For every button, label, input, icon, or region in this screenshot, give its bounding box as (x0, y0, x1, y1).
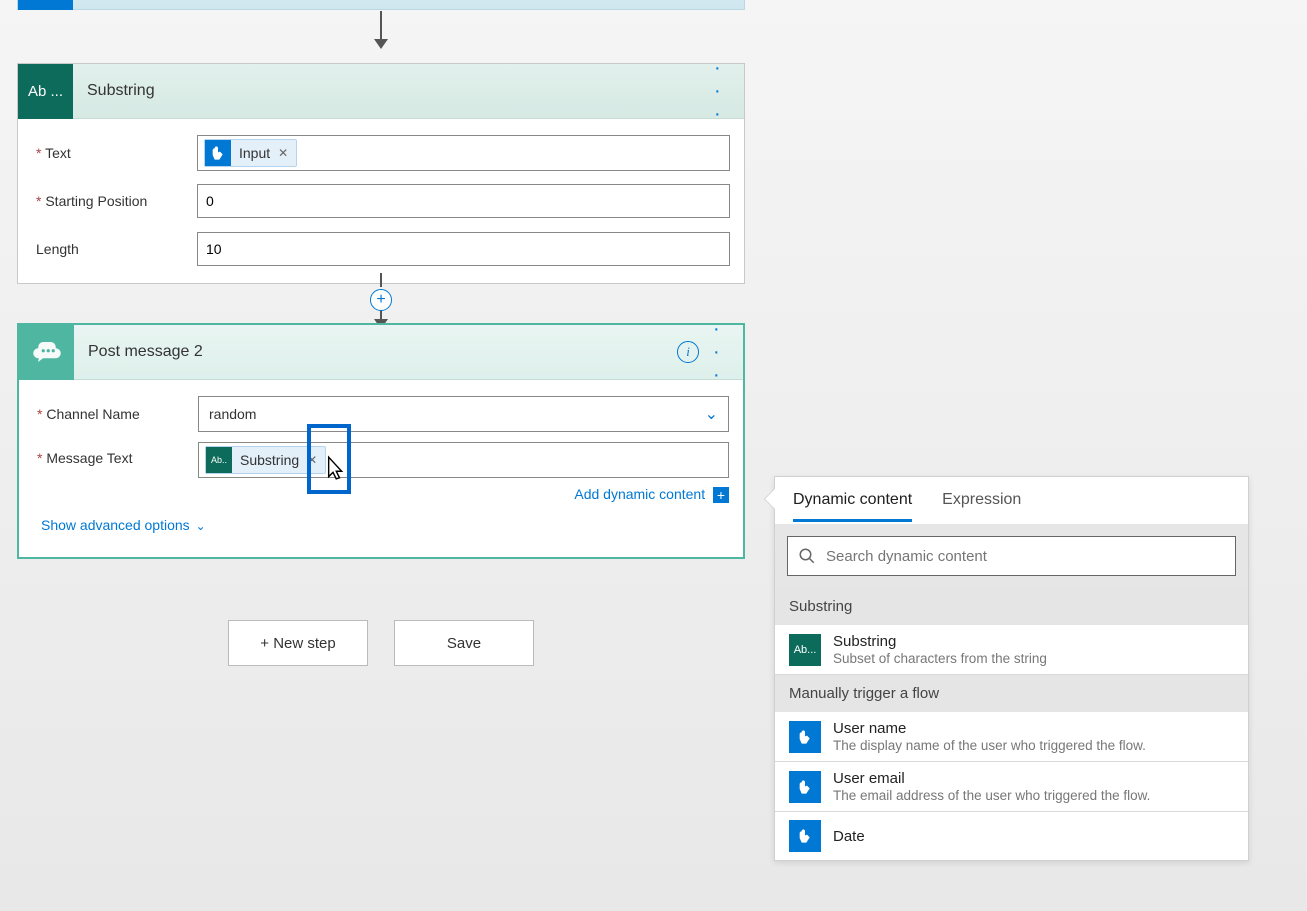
chevron-down-icon: ⌄ (705, 404, 718, 424)
channel-name-select[interactable]: random ⌄ (198, 396, 729, 432)
trigger-icon (18, 0, 73, 10)
tab-expression[interactable]: Expression (942, 491, 1021, 522)
tap-icon (789, 771, 821, 803)
text-field-input[interactable]: Input ✕ (197, 135, 730, 171)
tab-dynamic-content[interactable]: Dynamic content (793, 491, 912, 522)
tap-icon (789, 721, 821, 753)
substring-card-header[interactable]: Ab ... Substring · · · (18, 64, 744, 119)
slack-action-icon (19, 325, 74, 380)
dynamic-content-panel: Dynamic content Expression Substring Ab.… (774, 476, 1249, 861)
designer-footer-buttons: + New step Save (17, 620, 745, 666)
dc-item-user-email[interactable]: User email The email address of the user… (775, 762, 1248, 812)
add-step-inline-button[interactable]: + (370, 289, 392, 311)
substring-token-remove[interactable]: ✕ (305, 453, 319, 467)
chevron-down-icon: ⌄ (196, 519, 206, 533)
substring-token-label: Substring (232, 452, 305, 468)
search-icon (798, 547, 816, 565)
add-dynamic-content-link[interactable]: Add dynamic content (574, 486, 705, 502)
show-advanced-options-link[interactable]: Show advanced options⌄ (33, 503, 729, 539)
substring-card-title: Substring (73, 82, 714, 100)
info-icon[interactable]: i (677, 341, 699, 363)
post-message-action-card: Post message 2 i · · · Channel Name rand… (17, 323, 745, 559)
trigger-card-collapsed[interactable] (17, 0, 745, 10)
length-input[interactable] (197, 232, 730, 266)
text-field-label: Text (32, 145, 197, 161)
tap-icon (789, 820, 821, 852)
dynamic-content-list[interactable]: Substring Ab... Substring Subset of char… (775, 588, 1248, 860)
new-step-button[interactable]: + New step (228, 620, 368, 666)
message-text-label: Message Text (33, 442, 198, 466)
dc-item-date[interactable]: Date (775, 812, 1248, 860)
post-card-header[interactable]: Post message 2 i · · · (19, 325, 743, 380)
add-dynamic-content-plus-icon[interactable]: + (713, 487, 729, 503)
substring-more-menu[interactable]: · · · (714, 57, 744, 126)
input-token[interactable]: Input ✕ (204, 139, 297, 167)
substring-action-icon: Ab ... (18, 64, 73, 119)
dc-item-user-name[interactable]: User name The display name of the user w… (775, 712, 1248, 762)
message-text-input[interactable]: Ab.. Substring ✕ (198, 442, 729, 478)
dc-item-desc: The display name of the user who trigger… (833, 738, 1234, 753)
search-field[interactable] (816, 548, 1225, 565)
dc-item-desc: The email address of the user who trigge… (833, 788, 1234, 803)
substring-token-icon: Ab.. (206, 447, 232, 473)
dc-item-substring[interactable]: Ab... Substring Subset of characters fro… (775, 625, 1248, 675)
dc-item-name: User email (833, 770, 1234, 787)
dc-item-desc: Subset of characters from the string (833, 651, 1234, 666)
save-button[interactable]: Save (394, 620, 534, 666)
length-label: Length (32, 241, 197, 257)
dc-group-header: Substring (775, 588, 1248, 625)
dc-item-name: Substring (833, 633, 1234, 650)
dc-group-header: Manually trigger a flow (775, 675, 1248, 712)
input-token-label: Input (231, 145, 276, 161)
panel-pointer-icon (765, 489, 775, 509)
input-token-remove[interactable]: ✕ (276, 146, 290, 160)
length-value[interactable] (204, 237, 723, 261)
substring-action-card: Ab ... Substring · · · Text Input ✕ (17, 63, 745, 284)
connector-arrow-icon (369, 11, 393, 49)
dc-item-name: User name (833, 720, 1234, 737)
connector-with-add: + (369, 273, 393, 329)
starting-position-label: Starting Position (32, 193, 197, 209)
starting-position-value[interactable] (204, 189, 723, 213)
post-more-menu[interactable]: · · · (713, 318, 743, 387)
tap-icon (205, 140, 231, 166)
substring-item-icon: Ab... (789, 634, 821, 666)
channel-name-label: Channel Name (33, 406, 198, 422)
channel-name-value: random (209, 406, 256, 422)
search-dynamic-content-input[interactable] (787, 536, 1236, 576)
substring-token[interactable]: Ab.. Substring ✕ (205, 446, 326, 474)
post-card-title: Post message 2 (74, 343, 677, 361)
dc-item-name: Date (833, 828, 1234, 845)
starting-position-input[interactable] (197, 184, 730, 218)
